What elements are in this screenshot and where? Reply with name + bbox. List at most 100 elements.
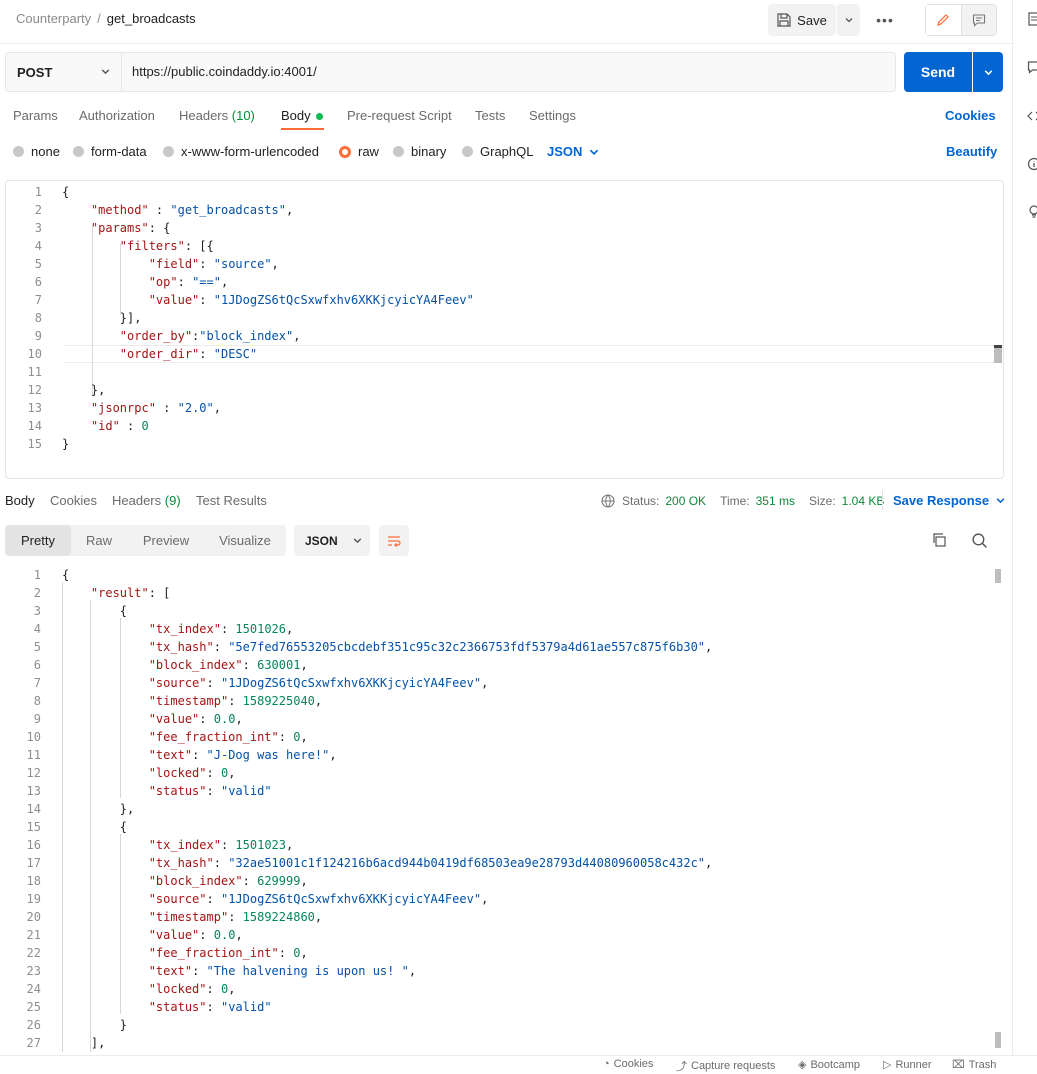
whitespace bbox=[62, 347, 120, 361]
json-number: 1589224860 bbox=[243, 910, 315, 924]
lightbulb-icon[interactable] bbox=[1027, 204, 1037, 218]
whitespace bbox=[62, 311, 120, 325]
documentation-icon[interactable] bbox=[1027, 12, 1037, 26]
send-button[interactable]: Send bbox=[904, 52, 972, 92]
breadcrumb-request-name[interactable]: get_broadcasts bbox=[107, 11, 196, 26]
breadcrumb-collection[interactable]: Counterparty bbox=[16, 11, 91, 26]
response-tab-body[interactable]: Body bbox=[5, 493, 35, 508]
body-type-form-data[interactable]: form-data bbox=[73, 144, 147, 159]
json-key: "status" bbox=[149, 1000, 207, 1014]
response-tab-test-results[interactable]: Test Results bbox=[196, 493, 267, 508]
view-mode-pretty[interactable]: Pretty bbox=[5, 525, 71, 556]
json-string: "DESC" bbox=[214, 347, 257, 361]
code-line: "result": [ bbox=[62, 584, 170, 602]
tab-headers[interactable]: Headers (10) bbox=[179, 108, 255, 123]
code-line: "value": 0.0, bbox=[62, 926, 243, 944]
response-scrollbar-thumb[interactable] bbox=[995, 569, 1001, 583]
time-value[interactable]: 351 ms bbox=[756, 494, 795, 508]
json-string: "1JDogZS6tQcSxwfxhv6XKKjcyicYA4Feev" bbox=[221, 676, 481, 690]
search-icon[interactable] bbox=[971, 532, 988, 549]
whitespace bbox=[207, 712, 214, 726]
whitespace bbox=[62, 239, 120, 253]
comment-mode-button[interactable] bbox=[962, 5, 997, 35]
tab-tests[interactable]: Tests bbox=[475, 108, 505, 123]
send-options-button[interactable] bbox=[973, 52, 1003, 92]
tab-authorization[interactable]: Authorization bbox=[79, 108, 155, 123]
body-type-graphql[interactable]: GraphQL bbox=[462, 144, 533, 159]
json-punctuation: { bbox=[120, 820, 127, 834]
statusbar-cookies[interactable]: ◔Cookies bbox=[603, 1058, 653, 1070]
size-value[interactable]: 1.04 KB bbox=[842, 494, 885, 508]
radio-circle bbox=[163, 146, 174, 157]
bootcamp-icon: ◈ bbox=[798, 1058, 806, 1071]
info-icon[interactable] bbox=[1027, 157, 1037, 171]
whitespace bbox=[214, 784, 221, 798]
http-method-select[interactable]: POST bbox=[6, 53, 122, 91]
statusbar-bootcamp[interactable]: ◈Bootcamp bbox=[798, 1058, 860, 1071]
whitespace bbox=[62, 676, 149, 690]
statusbar-capture[interactable]: ⤴Capture requests bbox=[676, 1058, 775, 1074]
json-punctuation: : bbox=[199, 293, 206, 307]
line-number: 7 bbox=[3, 674, 41, 692]
body-type-urlencoded[interactable]: x-www-form-urlencoded bbox=[163, 144, 319, 159]
request-body-editor[interactable]: 1{2 "method" : "get_broadcasts",3 "param… bbox=[5, 180, 1004, 479]
json-key: "tx_hash" bbox=[149, 640, 214, 654]
json-punctuation: } bbox=[120, 802, 127, 816]
response-language-select[interactable]: JSON bbox=[294, 525, 370, 556]
save-button[interactable]: Save bbox=[768, 4, 836, 36]
line-number: 3 bbox=[3, 602, 41, 620]
whitespace bbox=[62, 748, 149, 762]
comment-icon bbox=[972, 13, 986, 27]
code-line: "value": 0.0, bbox=[62, 710, 243, 728]
json-punctuation: : bbox=[207, 1000, 214, 1014]
body-language-select[interactable]: JSON bbox=[547, 144, 600, 159]
beautify-button[interactable]: Beautify bbox=[946, 144, 997, 159]
url-input[interactable]: https://public.coindaddy.io:4001/ bbox=[132, 64, 317, 79]
code-line: "source": "1JDogZS6tQcSxwfxhv6XKKjcyicYA… bbox=[62, 674, 488, 692]
tab-settings[interactable]: Settings bbox=[529, 108, 576, 123]
status-value[interactable]: 200 OK bbox=[665, 494, 706, 508]
body-type-binary[interactable]: binary bbox=[393, 144, 446, 159]
json-number: 0.0 bbox=[214, 712, 236, 726]
tab-body[interactable]: Body bbox=[281, 108, 323, 123]
response-tab-headers[interactable]: Headers (9) bbox=[112, 493, 181, 508]
view-mode-raw[interactable]: Raw bbox=[79, 525, 119, 556]
view-mode-visualize[interactable]: Visualize bbox=[213, 525, 277, 556]
json-punctuation: : bbox=[214, 640, 221, 654]
code-line: { bbox=[62, 183, 69, 201]
radio-label: raw bbox=[358, 144, 379, 159]
radio-label: form-data bbox=[91, 144, 147, 159]
save-dropdown-button[interactable] bbox=[837, 4, 860, 36]
response-body-viewer[interactable]: 1{2 "result": [3 {4 "tx_index": 1501026,… bbox=[0, 564, 1012, 1052]
statusbar-trash[interactable]: ⌧Trash bbox=[952, 1058, 996, 1071]
json-punctuation: , bbox=[293, 329, 300, 343]
code-line: { bbox=[62, 818, 127, 836]
editor-scrollbar[interactable] bbox=[994, 345, 1002, 363]
save-response-button[interactable]: Save Response bbox=[893, 493, 1006, 508]
line-number: 10 bbox=[4, 345, 42, 363]
tab-prerequest-script[interactable]: Pre-request Script bbox=[347, 108, 452, 123]
copy-icon[interactable] bbox=[931, 532, 947, 548]
http-method-value: POST bbox=[17, 65, 52, 80]
more-actions-button[interactable]: ••• bbox=[870, 4, 900, 36]
response-tab-cookies[interactable]: Cookies bbox=[50, 493, 97, 508]
view-mode-preview[interactable]: Preview bbox=[137, 525, 195, 556]
globe-icon[interactable] bbox=[600, 493, 616, 509]
code-line: "fee_fraction_int": 0, bbox=[62, 944, 308, 962]
whitespace bbox=[62, 1000, 149, 1014]
whitespace bbox=[62, 604, 120, 618]
body-type-raw[interactable]: raw bbox=[339, 144, 379, 159]
json-key: "order_by" bbox=[120, 329, 192, 343]
line-number: 14 bbox=[3, 800, 41, 818]
cookies-link[interactable]: Cookies bbox=[945, 108, 996, 123]
line-number: 17 bbox=[3, 854, 41, 872]
comments-icon[interactable] bbox=[1027, 60, 1037, 74]
body-type-none[interactable]: none bbox=[13, 144, 60, 159]
code-icon[interactable] bbox=[1027, 109, 1037, 123]
wrap-lines-button[interactable] bbox=[379, 525, 409, 556]
edit-mode-button[interactable] bbox=[926, 5, 962, 35]
statusbar-runner[interactable]: ▷Runner bbox=[883, 1058, 932, 1071]
response-scrollbar-thumb-bottom[interactable] bbox=[995, 1032, 1001, 1048]
tab-params[interactable]: Params bbox=[13, 108, 58, 123]
json-key: "block_index" bbox=[149, 874, 243, 888]
